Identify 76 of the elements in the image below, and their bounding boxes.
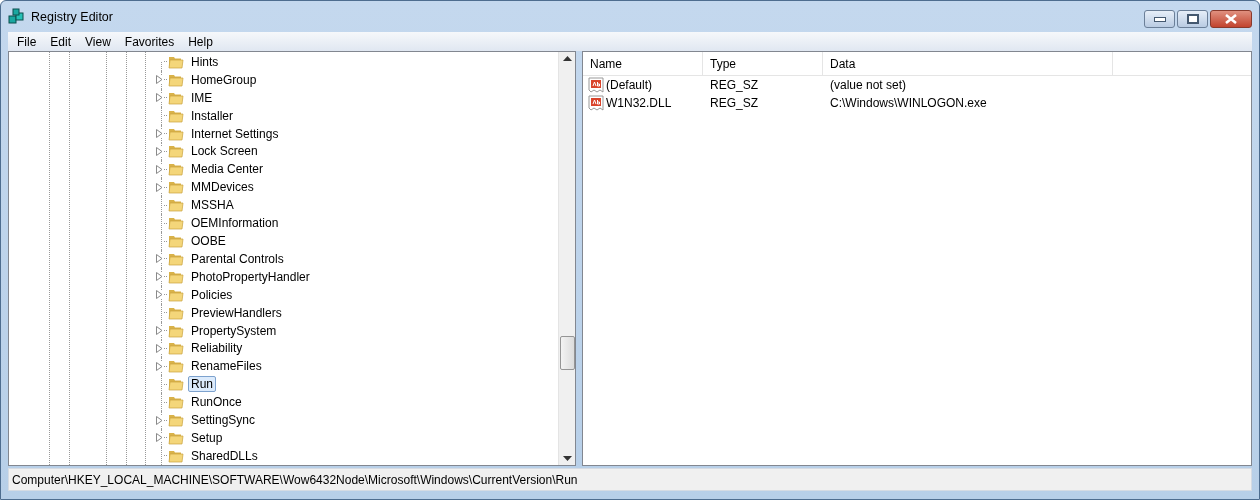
tree-item[interactable]: MSSHA bbox=[188, 197, 237, 214]
folder-icon bbox=[168, 412, 184, 429]
expand-arrow-icon[interactable] bbox=[156, 164, 163, 174]
column-header[interactable]: Type bbox=[703, 52, 823, 75]
column-header[interactable]: Data bbox=[823, 52, 1113, 75]
folder-icon bbox=[168, 197, 184, 214]
expand-arrow-icon[interactable] bbox=[156, 182, 163, 192]
folder-icon bbox=[168, 215, 184, 232]
tree-item[interactable]: PreviewHandlers bbox=[188, 304, 285, 321]
expand-arrow-icon[interactable] bbox=[156, 290, 163, 300]
tree-item[interactable]: MMDevices bbox=[188, 179, 257, 196]
tree-item[interactable]: HomeGroup bbox=[188, 71, 260, 88]
expand-arrow-icon[interactable] bbox=[156, 147, 163, 156]
tree-item[interactable]: Reliability bbox=[188, 340, 246, 357]
tree-item[interactable]: OEMInformation bbox=[188, 215, 282, 232]
expand-arrow-icon[interactable] bbox=[156, 272, 163, 282]
menu-item[interactable]: Help bbox=[181, 34, 220, 49]
menu-item[interactable]: Favorites bbox=[117, 34, 182, 49]
tree-item[interactable]: SharedDLLs bbox=[188, 447, 261, 464]
folder-icon bbox=[168, 430, 184, 446]
folder-icon bbox=[168, 161, 184, 178]
expand-arrow-icon[interactable] bbox=[156, 326, 163, 336]
folder-icon bbox=[168, 340, 184, 357]
registry-cubes-icon bbox=[8, 7, 26, 26]
expand-arrow-icon[interactable] bbox=[156, 361, 163, 371]
tree-item[interactable]: Run bbox=[188, 376, 216, 393]
tree-item[interactable]: Parental Controls bbox=[188, 250, 287, 267]
folder-icon bbox=[168, 358, 184, 375]
string-value-icon bbox=[588, 77, 604, 93]
tree-item[interactable]: Policies bbox=[188, 286, 236, 303]
tree-item[interactable]: Setup bbox=[188, 430, 226, 446]
status-bar: Computer\HKEY_LOCAL_MACHINE\SOFTWARE\Wow6432Node\Microsoft\Windows\CurrentVersion\Run bbox=[8, 468, 1252, 491]
menu-item[interactable]: View bbox=[78, 34, 118, 49]
string-value-icon bbox=[588, 95, 604, 111]
table-cell-text: (value not set) bbox=[829, 78, 908, 92]
table-cell-text: C:\Windows\WINLOGON.exe bbox=[829, 96, 988, 110]
tree-item[interactable]: RenameFiles bbox=[188, 358, 265, 375]
scrollbar[interactable] bbox=[558, 52, 575, 465]
tree-item[interactable]: PhotoPropertyHandler bbox=[188, 268, 313, 285]
folder-icon bbox=[168, 233, 184, 249]
tree-item[interactable]: Media Center bbox=[188, 161, 267, 178]
scroll-up-icon[interactable] bbox=[562, 56, 572, 61]
scroll-thumb[interactable] bbox=[559, 336, 575, 370]
tree-item[interactable]: PropertySystem bbox=[188, 322, 280, 339]
folder-icon bbox=[168, 376, 184, 393]
menu-item[interactable]: File bbox=[10, 34, 44, 49]
expand-arrow-icon[interactable] bbox=[156, 93, 163, 103]
minimize-button[interactable] bbox=[1144, 10, 1175, 28]
expand-arrow-icon[interactable] bbox=[156, 343, 163, 353]
maximize-button[interactable] bbox=[1177, 10, 1208, 28]
tree-item[interactable]: RunOnce bbox=[188, 394, 245, 411]
tree-item[interactable]: Installer bbox=[188, 107, 237, 124]
tree-item[interactable]: Hints bbox=[188, 53, 222, 70]
window-title: Registry Editor bbox=[31, 9, 113, 24]
expand-arrow-icon[interactable] bbox=[156, 415, 163, 425]
close-button[interactable] bbox=[1210, 10, 1252, 28]
tree-item[interactable]: Lock Screen bbox=[188, 143, 261, 160]
expand-arrow-icon[interactable] bbox=[156, 75, 163, 85]
table-cell-text: REG_SZ bbox=[709, 78, 759, 92]
folder-icon bbox=[168, 179, 184, 196]
close-icon bbox=[1224, 14, 1238, 24]
value-name: W1N32.DLL bbox=[606, 96, 672, 110]
expand-arrow-icon[interactable] bbox=[156, 254, 163, 264]
folder-icon bbox=[168, 394, 184, 411]
tree-item[interactable]: Internet Settings bbox=[188, 125, 282, 142]
tree-item[interactable]: OOBE bbox=[188, 233, 229, 249]
expand-arrow-icon[interactable] bbox=[156, 433, 163, 443]
folder-icon bbox=[168, 143, 184, 160]
scroll-down-icon[interactable] bbox=[562, 456, 572, 461]
tree-item[interactable]: SettingSync bbox=[188, 412, 259, 429]
table-cell-text: REG_SZ bbox=[709, 96, 759, 110]
value-name: (Default) bbox=[606, 78, 652, 92]
expand-arrow-icon[interactable] bbox=[156, 129, 163, 139]
menu-item[interactable]: Edit bbox=[43, 34, 79, 49]
column-header[interactable]: Name bbox=[583, 52, 703, 75]
tree-item[interactable]: IME bbox=[188, 89, 216, 106]
